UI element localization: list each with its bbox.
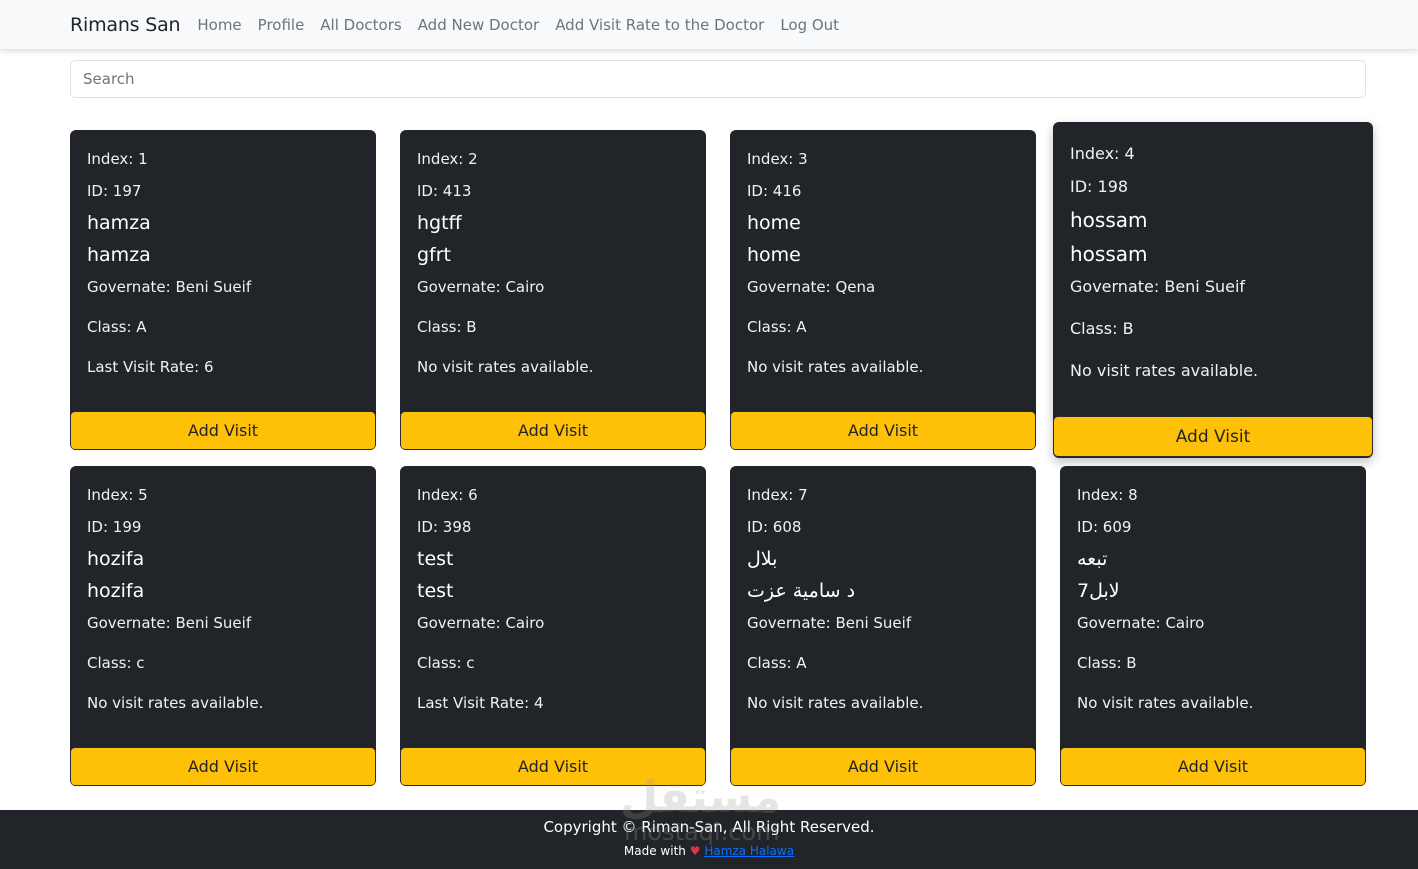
nav-link-add-new-doctor[interactable]: Add New Doctor bbox=[418, 16, 540, 34]
card-first-name: بلال bbox=[747, 548, 778, 570]
card-last-name: لابل7 bbox=[1077, 580, 1120, 602]
card-id: ID: 199 bbox=[87, 518, 142, 536]
add-visit-button[interactable]: Add Visit bbox=[1060, 747, 1366, 786]
card-index: Index: 3 bbox=[747, 150, 808, 168]
card-index: Index: 8 bbox=[1077, 486, 1138, 504]
nav-link-home[interactable]: Home bbox=[197, 16, 241, 34]
card-id: ID: 197 bbox=[87, 182, 142, 200]
card-class: Class: B bbox=[1070, 319, 1134, 338]
nav-link-log-out[interactable]: Log Out bbox=[780, 16, 839, 34]
search-input[interactable] bbox=[70, 60, 1366, 98]
nav-link-profile[interactable]: Profile bbox=[258, 16, 305, 34]
add-visit-button[interactable]: Add Visit bbox=[70, 411, 376, 450]
card-class: Class: A bbox=[87, 318, 147, 336]
doctor-card: Index: 8 ID: 609 تبعه لابل7 Governate: C… bbox=[1060, 466, 1366, 786]
card-first-name: تبعه bbox=[1077, 548, 1108, 570]
card-last-name: د سامية عزت bbox=[747, 580, 856, 602]
card-class: Class: c bbox=[87, 654, 145, 672]
card-first-name: hossam bbox=[1070, 208, 1148, 232]
made-with-line: Made with ♥ Hamza Halawa bbox=[0, 844, 1418, 858]
card-first-name: home bbox=[747, 212, 801, 234]
card-visit-rate: No visit rates available. bbox=[747, 694, 924, 712]
add-visit-button[interactable]: Add Visit bbox=[730, 411, 1036, 450]
card-last-name: test bbox=[417, 580, 454, 602]
add-visit-button[interactable]: Add Visit bbox=[730, 747, 1036, 786]
card-visit-rate: No visit rates available. bbox=[1077, 694, 1254, 712]
card-index: Index: 1 bbox=[87, 150, 148, 168]
navbar: Rimans San Home Profile All Doctors Add … bbox=[0, 0, 1418, 49]
copyright-text: Copyright © Riman-San, All Right Reserve… bbox=[543, 818, 875, 836]
card-first-name: test bbox=[417, 548, 454, 570]
add-visit-button[interactable]: Add Visit bbox=[70, 747, 376, 786]
doctor-card: Index: 1 ID: 197 hamza hamza Governate: … bbox=[70, 130, 376, 450]
card-index: Index: 7 bbox=[747, 486, 808, 504]
card-class: Class: B bbox=[1077, 654, 1137, 672]
doctor-card: Index: 6 ID: 398 test test Governate: Ca… bbox=[400, 466, 706, 786]
card-visit-rate: Last Visit Rate: 4 bbox=[417, 694, 544, 712]
card-visit-rate: No visit rates available. bbox=[1070, 361, 1259, 380]
card-index: Index: 2 bbox=[417, 150, 478, 168]
card-class: Class: c bbox=[417, 654, 475, 672]
doctor-card: Index: 7 ID: 608 بلال د سامية عزت Govern… bbox=[730, 466, 1036, 786]
doctor-card: Index: 2 ID: 413 hgtff gfrt Governate: C… bbox=[400, 130, 706, 450]
card-index: Index: 4 bbox=[1070, 144, 1135, 163]
nav-link-add-visit-rate[interactable]: Add Visit Rate to the Doctor bbox=[555, 16, 764, 34]
doctor-card: Index: 3 ID: 416 home home Governate: Qe… bbox=[730, 130, 1036, 450]
card-governate: Governate: Cairo bbox=[417, 614, 545, 632]
card-governate: Governate: Beni Sueif bbox=[1070, 277, 1246, 296]
card-index: Index: 6 bbox=[417, 486, 478, 504]
doctor-card: Index: 5 ID: 199 hozifa hozifa Governate… bbox=[70, 466, 376, 786]
card-id: ID: 198 bbox=[1070, 177, 1129, 196]
card-governate: Governate: Beni Sueif bbox=[87, 278, 252, 296]
card-first-name: hamza bbox=[87, 212, 151, 234]
footer: Copyright © Riman-San, All Right Reserve… bbox=[0, 810, 1418, 869]
card-id: ID: 416 bbox=[747, 182, 802, 200]
heart-icon: ♥ bbox=[689, 844, 701, 858]
card-last-name: hamza bbox=[87, 244, 151, 266]
card-visit-rate: No visit rates available. bbox=[87, 694, 264, 712]
card-visit-rate: No visit rates available. bbox=[417, 358, 594, 376]
card-governate: Governate: Beni Sueif bbox=[747, 614, 912, 632]
author-link[interactable]: Hamza Halawa bbox=[704, 844, 794, 858]
card-governate: Governate: Cairo bbox=[1077, 614, 1205, 632]
card-last-name: hozifa bbox=[87, 580, 145, 602]
card-id: ID: 608 bbox=[747, 518, 802, 536]
card-visit-rate: Last Visit Rate: 6 bbox=[87, 358, 214, 376]
card-first-name: hgtff bbox=[417, 212, 462, 234]
card-governate: Governate: Beni Sueif bbox=[87, 614, 252, 632]
add-visit-button[interactable]: Add Visit bbox=[400, 411, 706, 450]
made-with-text: Made with bbox=[623, 844, 686, 858]
card-index: Index: 5 bbox=[87, 486, 148, 504]
doctor-card: Index: 4 ID: 198 hossam hossam Governate… bbox=[1053, 122, 1373, 458]
card-last-name: home bbox=[747, 244, 801, 266]
card-first-name: hozifa bbox=[87, 548, 145, 570]
nav-link-all-doctors[interactable]: All Doctors bbox=[320, 16, 401, 34]
card-class: Class: A bbox=[747, 654, 807, 672]
card-governate: Governate: Qena bbox=[747, 278, 876, 296]
brand-link[interactable]: Rimans San bbox=[70, 14, 181, 36]
add-visit-button[interactable]: Add Visit bbox=[1053, 416, 1373, 457]
card-id: ID: 413 bbox=[417, 182, 472, 200]
card-visit-rate: No visit rates available. bbox=[747, 358, 924, 376]
card-class: Class: A bbox=[747, 318, 807, 336]
card-last-name: gfrt bbox=[417, 244, 452, 266]
card-last-name: hossam bbox=[1070, 242, 1148, 266]
card-class: Class: B bbox=[417, 318, 477, 336]
card-id: ID: 398 bbox=[417, 518, 472, 536]
card-id: ID: 609 bbox=[1077, 518, 1132, 536]
add-visit-button[interactable]: Add Visit bbox=[400, 747, 706, 786]
card-governate: Governate: Cairo bbox=[417, 278, 545, 296]
